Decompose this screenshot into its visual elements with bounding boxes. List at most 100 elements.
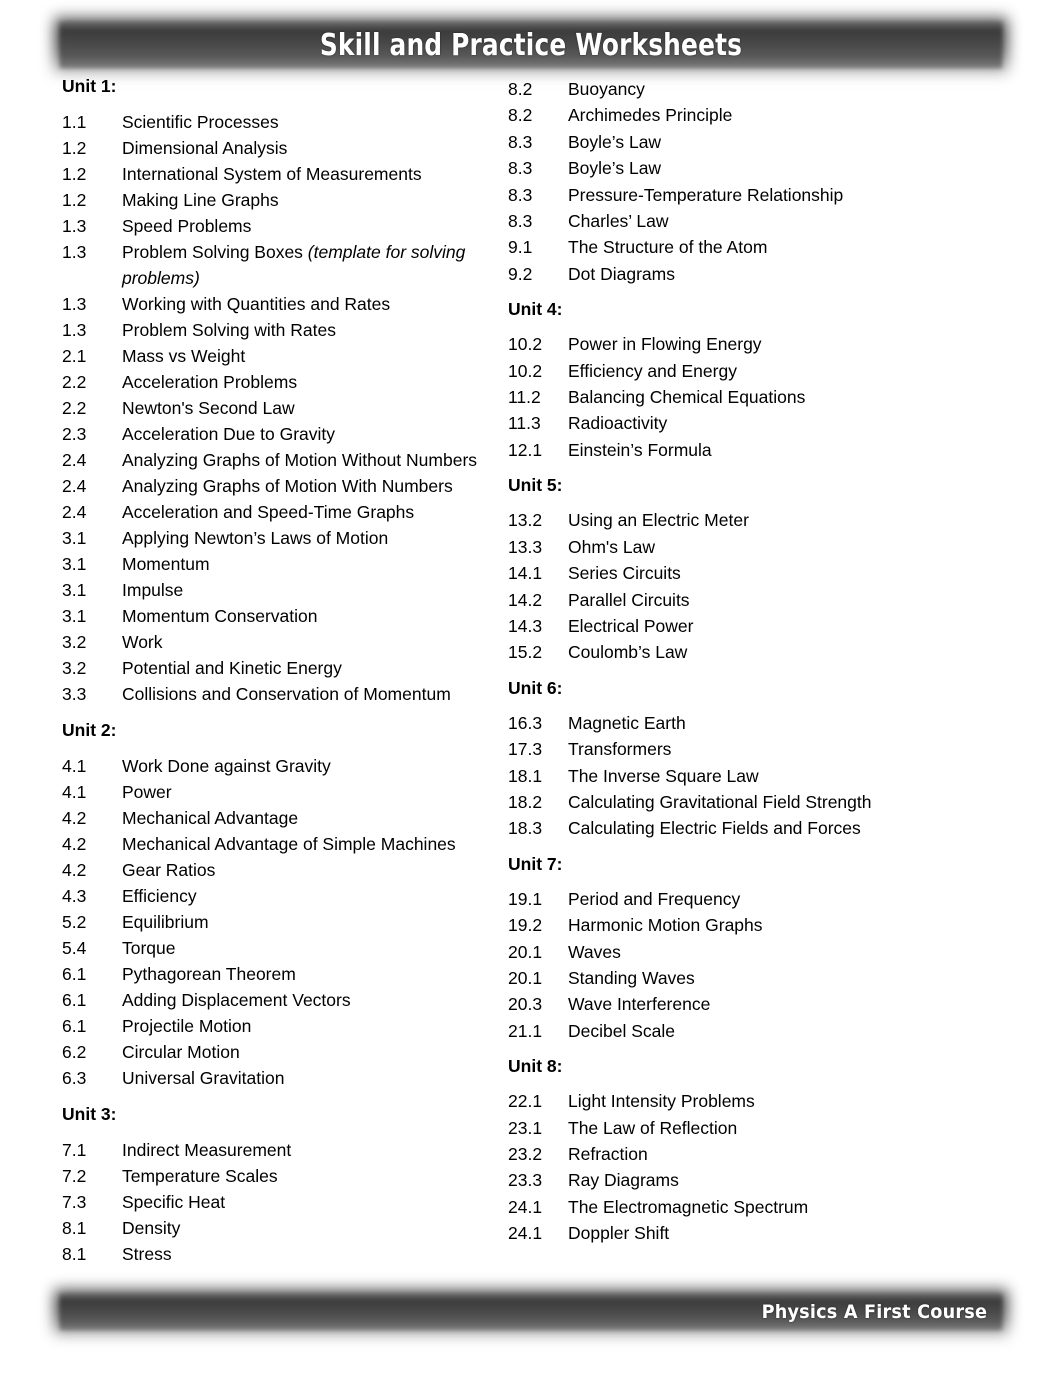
worksheet-entry: 13.3 Ohm's Law xyxy=(508,534,1042,560)
worksheet-number: 8.1 xyxy=(62,1218,87,1238)
worksheet-title: Pressure-Temperature Relationship xyxy=(568,184,844,205)
worksheet-title: Circular Motion xyxy=(122,1042,240,1062)
worksheet-title: Mechanical Advantage of Simple Machines xyxy=(122,834,456,854)
worksheet-entry: 1.3 Working with Quantities and Rates xyxy=(62,291,500,317)
worksheet-number: 8.2 xyxy=(508,105,533,126)
worksheet-number: 7.1 xyxy=(62,1140,87,1160)
worksheet-number: 9.2 xyxy=(508,263,533,284)
contents-columns: Unit 1: 1.1 Scientific Processes 1.2 Dimensi… xyxy=(0,76,1062,1267)
unit-heading: Unit 6: xyxy=(508,677,563,698)
unit-heading: Unit 3: xyxy=(62,1104,117,1124)
worksheet-number: 14.1 xyxy=(508,563,543,584)
worksheet-entry: 2.4 Acceleration and Speed-Time Graphs xyxy=(62,499,500,525)
worksheet-title: Waves xyxy=(568,941,621,962)
worksheet-title: Density xyxy=(122,1218,181,1238)
worksheet-entry: 7.2 Temperature Scales xyxy=(62,1163,500,1189)
worksheet-title: Acceleration Due to Gravity xyxy=(122,424,336,444)
worksheet-entry: 7.1 Indirect Measurement xyxy=(62,1137,500,1163)
worksheet-number: 7.2 xyxy=(62,1166,87,1186)
worksheet-entry: 8.3 Boyle’s Law xyxy=(508,129,1042,155)
worksheet-number: 2.3 xyxy=(62,424,87,444)
worksheet-number: 23.2 xyxy=(508,1144,543,1164)
worksheet-title: The Inverse Square Law xyxy=(568,765,759,786)
worksheet-number: 6.1 xyxy=(62,990,87,1010)
worksheet-number: 5.2 xyxy=(62,912,87,932)
worksheet-entry: 6.1 Adding Displacement Vectors xyxy=(62,987,500,1013)
worksheet-number: 3.1 xyxy=(62,606,87,626)
worksheet-title: Light Intensity Problems xyxy=(568,1091,755,1112)
worksheet-entry: 5.4 Torque xyxy=(62,935,500,961)
worksheet-title: Power xyxy=(122,782,172,802)
worksheet-title: Refraction xyxy=(568,1144,648,1164)
worksheet-number: 19.2 xyxy=(508,915,543,936)
worksheet-entry: 21.1 Decibel Scale xyxy=(508,1018,1042,1044)
worksheet-title: Torque xyxy=(122,938,176,958)
worksheet-entry: 1.2 Dimensional Analysis xyxy=(62,135,500,161)
worksheet-entry: 1.3 Problem Solving with Rates xyxy=(62,317,500,343)
worksheet-entry: 22.1 Light Intensity Problems xyxy=(508,1088,1042,1114)
worksheet-title: Analyzing Graphs of Motion Without Numbe… xyxy=(122,450,478,470)
worksheet-number: 18.1 xyxy=(508,765,543,786)
worksheet-number: 10.2 xyxy=(508,334,543,355)
worksheet-number: 19.1 xyxy=(508,888,543,909)
worksheet-entry: 3.2 Potential and Kinetic Energy xyxy=(62,655,500,681)
worksheet-number: 21.1 xyxy=(508,1020,543,1041)
worksheet-number: 1.3 xyxy=(62,242,87,262)
worksheet-number: 7.3 xyxy=(62,1192,87,1212)
worksheet-number: 8.3 xyxy=(508,158,533,179)
worksheet-number: 1.2 xyxy=(62,164,87,184)
worksheet-number: 14.2 xyxy=(508,589,543,610)
worksheet-number: 2.2 xyxy=(62,398,87,418)
worksheet-number: 20.1 xyxy=(508,967,543,988)
worksheet-number: 24.1 xyxy=(508,1223,543,1244)
worksheet-number: 1.2 xyxy=(62,138,87,158)
worksheet-number: 16.3 xyxy=(508,712,543,733)
worksheet-number: 13.2 xyxy=(508,510,543,531)
worksheet-title: Analyzing Graphs of Motion With Numbers xyxy=(122,476,453,496)
worksheet-number: 6.1 xyxy=(62,1016,87,1036)
worksheet-number: 6.2 xyxy=(62,1042,87,1062)
worksheet-title: Universal Gravitation xyxy=(122,1068,285,1088)
worksheet-entry: 8.3 Boyle’s Law xyxy=(508,155,1042,181)
worksheet-number: 4.1 xyxy=(62,782,87,802)
worksheet-number: 6.1 xyxy=(62,964,87,984)
worksheet-title: Applying Newton’s Laws of Motion xyxy=(122,528,389,548)
worksheet-title: Parallel Circuits xyxy=(568,589,690,610)
unit-heading: Unit 8: xyxy=(508,1056,563,1077)
worksheet-entry: 15.2 Coulomb’s Law xyxy=(508,639,1042,665)
worksheet-title: Scientific Processes xyxy=(122,112,279,132)
worksheet-entry: 1.2 International System of Measurements xyxy=(62,161,500,187)
worksheet-title: Impulse xyxy=(122,580,184,600)
worksheet-entry: 2.4 Analyzing Graphs of Motion With Numbe… xyxy=(62,473,500,499)
worksheet-title: Standing Waves xyxy=(568,967,695,988)
worksheet-entry: 14.1 Series Circuits xyxy=(508,560,1042,586)
worksheet-entry: 23.1 The Law of Reflection xyxy=(508,1115,1042,1141)
worksheet-number: 20.3 xyxy=(508,994,543,1015)
worksheet-number: 14.3 xyxy=(508,615,543,636)
worksheet-entry: 19.2 Harmonic Motion Graphs xyxy=(508,912,1042,938)
worksheet-title: Boyle’s Law xyxy=(568,131,662,152)
worksheet-number: 2.1 xyxy=(62,346,87,366)
worksheet-number: 4.3 xyxy=(62,886,87,906)
worksheet-title: Making Line Graphs xyxy=(122,190,279,210)
worksheet-title: Mechanical Advantage xyxy=(122,808,299,828)
worksheet-title: Ohm's Law xyxy=(568,536,655,557)
worksheet-title: Power in Flowing Energy xyxy=(568,334,762,355)
worksheet-number: 4.2 xyxy=(62,834,87,854)
worksheet-entry: 4.1 Work Done against Gravity xyxy=(62,753,500,779)
worksheet-entry: 7.3 Specific Heat xyxy=(62,1189,500,1215)
worksheet-title: Period and Frequency xyxy=(568,888,741,909)
worksheet-number: 11.2 xyxy=(508,387,541,408)
worksheet-title: Efficiency and Energy xyxy=(568,360,737,381)
worksheet-entry: 3.3 Collisions and Conservation of Moment… xyxy=(62,681,500,707)
worksheet-title: Einstein’s Formula xyxy=(568,439,712,460)
worksheet-entry: 1.3 Problem Solving Boxes (template for s… xyxy=(62,239,500,291)
worksheet-number: 1.3 xyxy=(62,320,87,340)
worksheet-title: Harmonic Motion Graphs xyxy=(568,915,763,936)
unit-heading: Unit 2: xyxy=(62,720,117,740)
worksheet-title: Archimedes Principle xyxy=(568,105,733,126)
worksheet-entry: 16.3 Magnetic Earth xyxy=(508,710,1042,736)
worksheet-title: Coulomb’s Law xyxy=(568,642,688,663)
worksheet-entry: 6.1 Pythagorean Theorem xyxy=(62,961,500,987)
worksheet-title: Dot Diagrams xyxy=(568,263,675,284)
